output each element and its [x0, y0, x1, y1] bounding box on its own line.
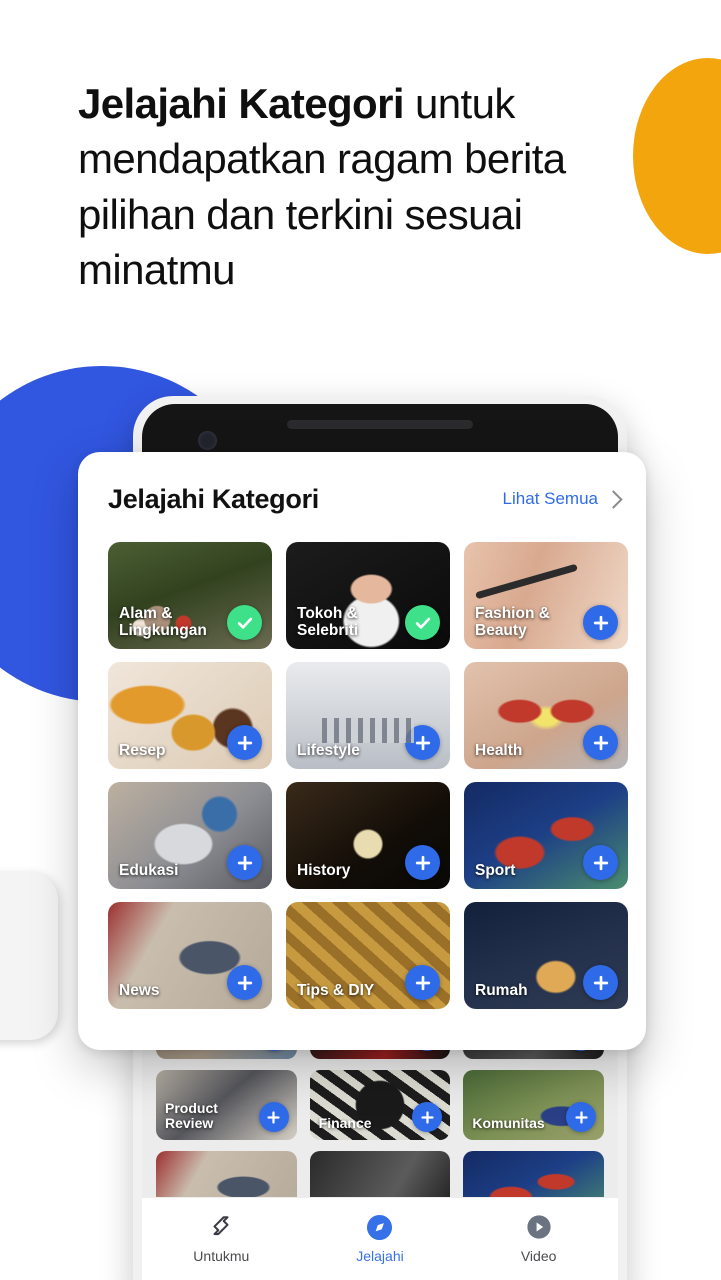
- play-circle-icon: [526, 1212, 552, 1242]
- category-tile[interactable]: History: [286, 782, 450, 889]
- category-tile[interactable]: Health: [464, 662, 628, 769]
- category-tile[interactable]: Fashion & Beauty: [464, 542, 628, 649]
- plus-icon[interactable]: [227, 725, 262, 760]
- chevron-right-icon: [604, 489, 623, 509]
- category-tile-label: Tokoh & Selebriti: [297, 604, 359, 639]
- secondary-phone-mockup: [0, 872, 58, 1040]
- check-icon[interactable]: [227, 605, 262, 640]
- nav-item-untukmu[interactable]: Untukmu: [143, 1212, 300, 1264]
- category-tile[interactable]: Sport: [464, 782, 628, 889]
- category-grid: Alam & Lingkungan Tokoh & Selebriti Fashio…: [108, 542, 628, 1009]
- category-tile[interactable]: Tokoh & Selebriti: [286, 542, 450, 649]
- category-tile-label: Edukasi: [119, 861, 179, 879]
- nav-item-video[interactable]: Video: [460, 1212, 617, 1264]
- category-tile[interactable]: News: [108, 902, 272, 1009]
- category-tile-label: Fashion & Beauty: [475, 604, 550, 639]
- card-title: Jelajahi Kategori: [108, 483, 319, 514]
- category-tile-label: Rumah: [475, 981, 528, 999]
- nav-item-label: Untukmu: [193, 1248, 250, 1264]
- category-tile-label: Alam & Lingkungan: [119, 604, 207, 639]
- background-category-tile-label: Product Review: [165, 1099, 218, 1131]
- plus-icon[interactable]: [583, 965, 618, 1000]
- background-category-tile-label: Komunitas: [472, 1114, 545, 1131]
- category-tile[interactable]: Lifestyle: [286, 662, 450, 769]
- nav-item-jelajahi[interactable]: Jelajahi: [301, 1212, 458, 1264]
- card-header: Jelajahi Kategori Lihat Semua: [108, 478, 623, 520]
- plus-icon[interactable]: [405, 725, 440, 760]
- see-all-button[interactable]: Lihat Semua: [502, 489, 623, 509]
- category-tile-label: Tips & DIY: [297, 981, 375, 999]
- category-tile-label: Health: [475, 741, 523, 759]
- background-category-tile[interactable]: Product Review: [156, 1070, 297, 1140]
- category-tile-label: Resep: [119, 741, 166, 759]
- plus-icon[interactable]: [227, 845, 262, 880]
- nav-item-label: Video: [520, 1248, 557, 1264]
- background-category-tile-label: Finance: [318, 1114, 372, 1131]
- compass-icon: [366, 1212, 393, 1242]
- plus-icon[interactable]: [583, 845, 618, 880]
- see-all-label: Lihat Semua: [502, 489, 598, 508]
- category-tile-label: History: [297, 861, 351, 879]
- check-icon[interactable]: [405, 605, 440, 640]
- category-tile[interactable]: Edukasi: [108, 782, 272, 889]
- page-title: Jelajahi Kategori untuk mendapatkan raga…: [78, 76, 668, 298]
- plus-icon[interactable]: [405, 965, 440, 1000]
- plus-icon[interactable]: [566, 1102, 596, 1132]
- untukmu-logo-icon: [208, 1212, 234, 1242]
- plus-icon[interactable]: [227, 965, 262, 1000]
- background-category-tile[interactable]: Komunitas: [463, 1070, 604, 1140]
- category-tile[interactable]: Alam & Lingkungan: [108, 542, 272, 649]
- plus-icon[interactable]: [405, 845, 440, 880]
- category-tile-label: Lifestyle: [297, 741, 360, 759]
- bottom-navigation-bar[interactable]: Untukmu Jelajahi Video: [142, 1197, 618, 1280]
- front-camera-icon: [198, 431, 217, 450]
- plus-icon[interactable]: [583, 725, 618, 760]
- plus-icon[interactable]: [412, 1102, 443, 1132]
- promo-screen: Jelajahi Kategori untuk mendapatkan raga…: [0, 0, 721, 1280]
- plus-icon[interactable]: [258, 1102, 289, 1132]
- plus-icon[interactable]: [583, 605, 618, 640]
- category-tile[interactable]: Rumah: [464, 902, 628, 1009]
- speaker-grille-icon: [287, 420, 473, 429]
- jelajahi-kategori-card: Jelajahi Kategori Lihat Semua Alam & Lin…: [78, 452, 646, 1050]
- category-tile[interactable]: Tips & DIY: [286, 902, 450, 1009]
- background-category-tile[interactable]: Finance: [309, 1070, 451, 1140]
- category-tile-label: Sport: [475, 861, 516, 879]
- headline-emphasis: Jelajahi Kategori: [78, 80, 405, 127]
- category-tile[interactable]: Resep: [108, 662, 272, 769]
- category-tile-label: News: [119, 981, 160, 999]
- nav-item-label: Jelajahi: [356, 1248, 404, 1264]
